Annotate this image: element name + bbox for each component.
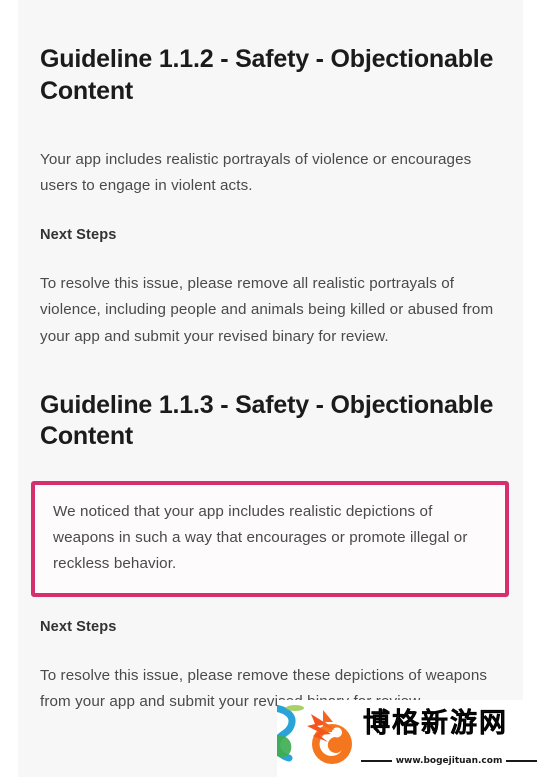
watermark-url: www.bogejituan.com — [395, 756, 503, 766]
page-root: Guideline 1.1.2 - Safety - Objectionable… — [0, 0, 540, 777]
guideline-heading-2: Guideline 1.1.3 - Safety - Objectionable… — [40, 390, 494, 451]
next-steps-label-2: Next Steps — [40, 619, 117, 636]
guideline-heading-1: Guideline 1.1.2 - Safety - Objectionable… — [40, 45, 494, 105]
highlight-annotation-box: We noticed that your app includes realis… — [31, 480, 509, 598]
watermark-title: 博格新游网 — [363, 708, 508, 739]
watermark-rule-right — [506, 760, 538, 762]
watermark-overlay: 博格新游网 www.bogejituan.com — [277, 700, 540, 777]
watermark-rule-left — [361, 760, 392, 762]
document-content: Guideline 1.1.2 - Safety - Objectionable… — [18, 0, 523, 755]
next-steps-body-1: To resolve this issue, please remove all… — [40, 275, 494, 345]
watermark-phoenix-logo — [301, 708, 359, 766]
next-steps-label-1: Next Steps — [40, 227, 117, 244]
guideline-body-2: We noticed that your app includes realis… — [53, 502, 468, 572]
document-card[interactable]: Guideline 1.1.2 - Safety - Objectionable… — [18, 0, 523, 777]
watermark-url-row: www.bogejituan.com — [361, 756, 538, 766]
guideline-body-1: Your app includes realistic portrayals o… — [40, 151, 472, 195]
